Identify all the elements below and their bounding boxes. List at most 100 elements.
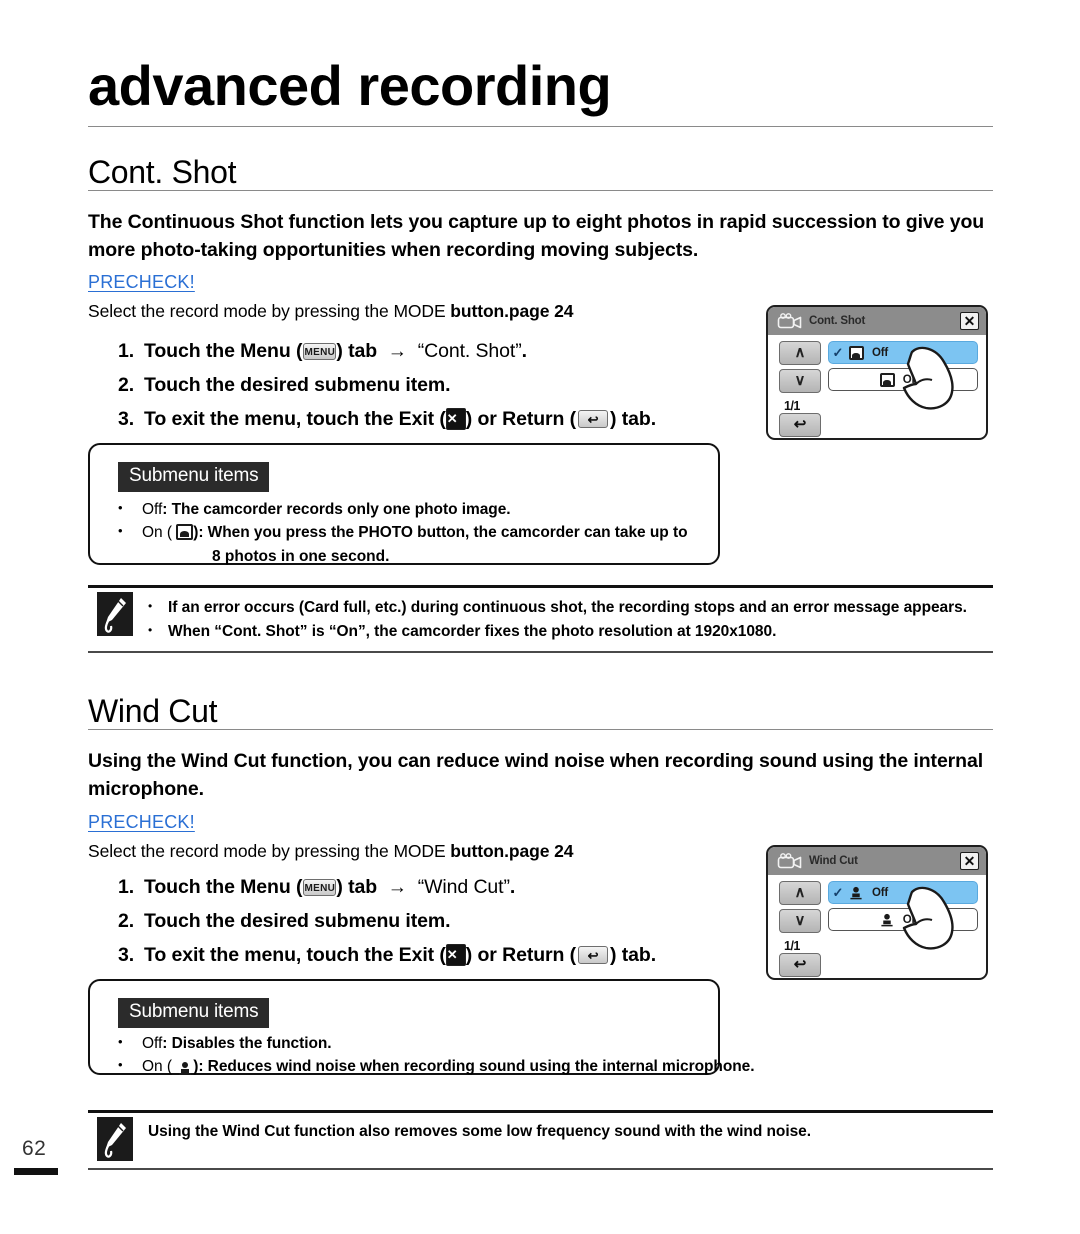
step-quoted-menu: “Cont. Shot” <box>417 339 522 362</box>
check-icon: ✓ <box>832 344 844 360</box>
close-icon: ✕ <box>445 944 466 966</box>
chapter-divider <box>88 126 993 127</box>
lcd-option-off[interactable]: ✓ Off <box>828 881 978 904</box>
submenu-items-label: Submenu items <box>118 462 270 492</box>
steps-list-cont-shot: 1. Touch the Menu ( MENU ) tab → “Cont. … <box>118 334 656 436</box>
list-item: • On ( ): When you press the PHOTO butto… <box>118 521 718 544</box>
step-text-post: . <box>509 875 516 898</box>
step-text-post: . <box>521 339 527 362</box>
wind-cut-icon <box>878 912 898 928</box>
note-text: Using the Wind Cut function also removes… <box>148 1123 811 1140</box>
burst-photo-icon <box>176 524 194 541</box>
check-icon: ✓ <box>832 884 844 900</box>
note-divider-top <box>88 1110 993 1113</box>
list-item: Using the Wind Cut function also removes… <box>148 1120 1008 1144</box>
photo-icon <box>878 372 898 388</box>
step-text: Touch the desired submenu item. <box>144 373 451 396</box>
section-divider-wind-cut <box>88 729 993 730</box>
return-icon: ↩ <box>578 410 609 428</box>
scroll-up-button[interactable]: ∧ <box>779 341 821 365</box>
step-number: 2. <box>118 373 135 396</box>
return-button[interactable]: ↩ <box>779 953 821 977</box>
step-2: 2. Touch the desired submenu item. <box>118 368 656 402</box>
precheck-tail: button. <box>445 841 509 861</box>
step-text: Touch the Menu ( <box>144 875 303 898</box>
submenu-item-text: On ( ): Reduces wind noise when recordin… <box>142 1055 755 1078</box>
page-indicator: 1/1 <box>784 939 800 953</box>
close-icon[interactable]: ✕ <box>960 312 979 330</box>
lcd-preview-wind-cut: Wind Cut ✕ ∧ ∨ 1/1 ↩ ✓ Off On <box>766 845 988 980</box>
note-text: When “Cont. Shot” is “On”, the camcorder… <box>168 623 777 641</box>
precheck-label-cont-shot: PRECHECK! <box>88 272 195 292</box>
precheck-lead: Select the record mode by pressing the <box>88 301 394 321</box>
camcorder-icon <box>777 312 803 330</box>
mode-button-label: MODE <box>393 841 446 861</box>
note-list-cont-shot: • If an error occurs (Card full, etc.) d… <box>148 596 1008 644</box>
section-divider-cont-shot <box>88 190 993 191</box>
submenu-item-text: On ( ): When you press the PHOTO button,… <box>142 521 688 544</box>
precheck-text-wind-cut: Select the record mode by pressing the M… <box>88 841 573 862</box>
lcd-option-off[interactable]: ✓ Off <box>828 341 978 364</box>
step-text-mid: ) or Return ( <box>465 407 577 430</box>
submenu-list-cont-shot: • Off: The camcorder records only one ph… <box>118 498 718 568</box>
page-indicator: 1/1 <box>784 399 800 413</box>
bullet-icon: • <box>118 1057 123 1073</box>
step-text: Touch the Menu ( <box>144 339 303 362</box>
wind-cut-icon <box>847 885 867 901</box>
step-3: 3. To exit the menu, touch the Exit ( ✕ … <box>118 938 656 972</box>
scroll-down-button[interactable]: ∨ <box>779 909 821 933</box>
submenu-item-name: On <box>142 1058 163 1076</box>
submenu-item-continuation: 8 photos in one second. <box>212 547 390 565</box>
submenu-item-desc: ): When you press the PHOTO button, the … <box>193 524 688 542</box>
menu-icon: MENU <box>303 878 337 896</box>
lcd-title: Wind Cut <box>809 855 858 867</box>
step-text-mid: ) tab → <box>336 875 418 898</box>
lcd-titlebar: Wind Cut ✕ <box>768 847 986 875</box>
lcd-option-on[interactable]: On <box>828 908 978 931</box>
lcd-option-label: Off <box>872 886 889 899</box>
note-divider-bottom <box>88 1168 993 1170</box>
return-button[interactable]: ↩ <box>779 413 821 437</box>
burst-photo-icon <box>847 345 867 361</box>
page-number-bar <box>14 1168 58 1175</box>
return-icon: ↩ <box>578 946 609 964</box>
precheck-lead: Select the record mode by pressing the <box>88 841 394 861</box>
section-heading-cont-shot: Cont. Shot <box>88 154 237 190</box>
step-number: 3. <box>118 407 135 430</box>
scroll-down-button[interactable]: ∨ <box>779 369 821 393</box>
precheck-label-wind-cut: PRECHECK! <box>88 812 195 832</box>
submenu-list-wind-cut: • Off: Disables the function. • On ( ): … <box>118 1032 755 1079</box>
step-1: 1. Touch the Menu ( MENU ) tab → “Cont. … <box>118 334 656 368</box>
submenu-item-name: On <box>142 524 163 542</box>
submenu-item-name: Off <box>142 501 163 518</box>
list-item: • Off: The camcorder records only one ph… <box>118 498 718 521</box>
precheck-page-ref: page 24 <box>508 841 574 861</box>
note-text: If an error occurs (Card full, etc.) dur… <box>168 599 967 616</box>
step-text-post: ) tab. <box>610 407 657 430</box>
close-icon[interactable]: ✕ <box>960 852 979 870</box>
list-item: • On ( ): Reduces wind noise when record… <box>118 1055 755 1078</box>
note-pencil-icon <box>97 1117 133 1161</box>
lcd-title: Cont. Shot <box>809 315 866 327</box>
step-1: 1. Touch the Menu ( MENU ) tab → “Wind C… <box>118 870 656 904</box>
page-number: 62 <box>22 1137 47 1160</box>
note-divider-top <box>88 585 993 588</box>
section-intro-wind-cut: Using the Wind Cut function, you can red… <box>88 750 984 800</box>
step-text-mid: ) or Return ( <box>465 943 577 966</box>
step-number: 2. <box>118 909 135 932</box>
note-list-wind-cut: Using the Wind Cut function also removes… <box>148 1120 1008 1144</box>
steps-list-wind-cut: 1. Touch the Menu ( MENU ) tab → “Wind C… <box>118 870 656 972</box>
bullet-icon: • <box>148 623 153 638</box>
step-text: To exit the menu, touch the Exit ( <box>144 943 446 966</box>
lcd-option-label: On <box>902 373 919 386</box>
lcd-preview-cont-shot: Cont. Shot ✕ ∧ ∨ 1/1 ↩ ✓ Off On <box>766 305 988 440</box>
paren-open: ( <box>162 1058 177 1076</box>
precheck-tail: button. <box>445 301 509 321</box>
submenu-items-label: Submenu items <box>118 998 270 1028</box>
bullet-icon: • <box>118 1034 123 1049</box>
lcd-option-label: On <box>902 913 919 926</box>
precheck-page-ref: page 24 <box>508 301 574 321</box>
step-2: 2. Touch the desired submenu item. <box>118 904 656 938</box>
scroll-up-button[interactable]: ∧ <box>779 881 821 905</box>
lcd-option-on[interactable]: On <box>828 368 978 391</box>
